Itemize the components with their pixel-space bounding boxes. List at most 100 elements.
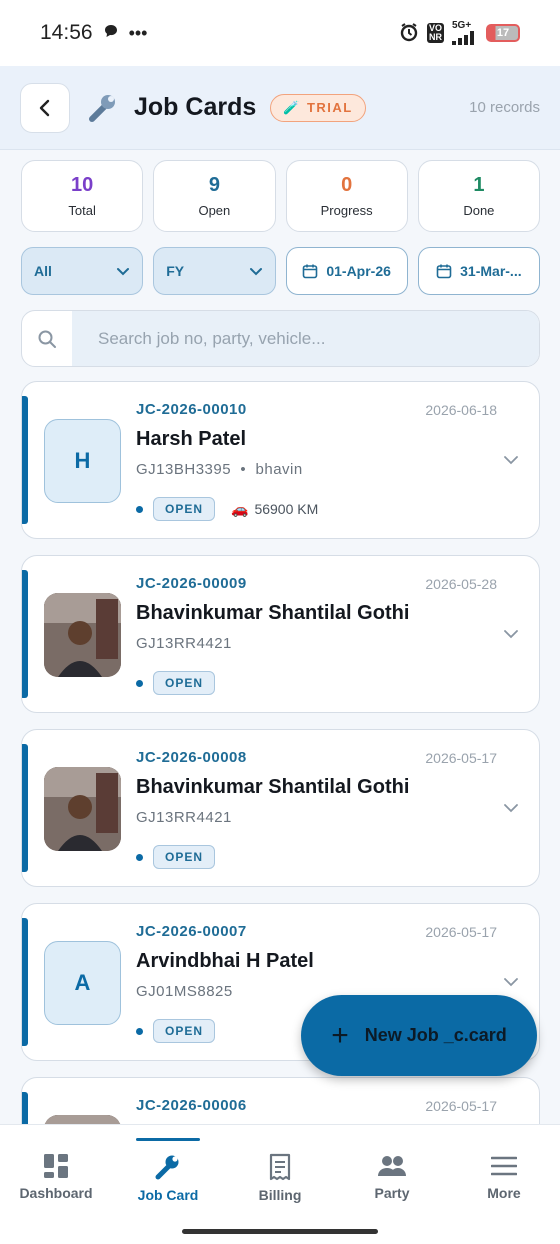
search-icon (22, 329, 72, 349)
job-number: JC-2026-00010 (136, 401, 247, 418)
assigned-person: bhavin (255, 461, 303, 478)
stat-done-label: Done (463, 203, 495, 218)
avatar (44, 593, 121, 677)
nav-more[interactable]: More (448, 1125, 560, 1244)
alarm-icon (399, 22, 419, 45)
job-number: JC-2026-00008 (136, 749, 247, 766)
stat-progress-label: Progress (320, 203, 373, 218)
stat-open[interactable]: 9 Open (153, 160, 276, 232)
stat-done[interactable]: 1 Done (417, 160, 540, 232)
job-card-item[interactable]: H JC-2026-00010 2026-06-18 Harsh Patel G… (21, 381, 540, 539)
status-dot (136, 853, 143, 861)
battery-icon: 17 (486, 24, 520, 42)
expand-chevron-icon[interactable] (503, 626, 519, 642)
status-indicator-bar (22, 918, 28, 1046)
stat-total-value: 10 (71, 174, 94, 196)
plus-icon: + (331, 1018, 349, 1052)
vehicle-number: GJ01MS8825 (136, 983, 233, 1000)
trial-badge-label: TRIAL (306, 100, 353, 115)
nav-billing-label: Billing (258, 1187, 302, 1203)
stat-open-label: Open (198, 203, 231, 218)
job-number: JC-2026-00007 (136, 923, 247, 940)
status-time: 14:56 (40, 21, 93, 44)
stat-progress-value: 0 (341, 174, 353, 196)
to-date-value: 31-Mar-... (460, 263, 522, 279)
from-date-picker[interactable]: 01-Apr-26 (285, 247, 408, 295)
job-card-item[interactable]: JC-2026-00009 2026-05-28 Bhavinkumar Sha… (21, 555, 540, 713)
stat-open-value: 9 (208, 174, 220, 196)
menu-icon (491, 1156, 517, 1176)
stats-row: 10 Total 9 Open 0 Progress 1 Done (21, 160, 540, 232)
status-dot (136, 505, 143, 513)
status-dot (136, 1027, 143, 1035)
wrench-icon (89, 94, 115, 122)
status-indicator-bar (22, 1092, 28, 1125)
chevron-down-icon (249, 268, 262, 276)
stat-total[interactable]: 10 Total (21, 160, 144, 232)
expand-chevron-icon[interactable] (503, 974, 519, 990)
job-date: 2026-06-18 (425, 402, 497, 418)
from-date-value: 01-Apr-26 (326, 263, 391, 279)
job-number: JC-2026-00006 (136, 1097, 247, 1114)
nav-dashboard-label: Dashboard (19, 1185, 93, 1201)
job-date: 2026-05-17 (425, 924, 497, 940)
nav-job-card[interactable]: Job Card (112, 1125, 224, 1244)
job-date: 2026-05-17 (425, 1098, 497, 1114)
receipt-icon (269, 1153, 291, 1181)
home-indicator[interactable] (182, 1229, 378, 1234)
trial-badge: 🧪 TRIAL (270, 93, 366, 122)
job-status-row: OPEN (136, 1019, 216, 1043)
status-badge: OPEN (153, 1019, 216, 1043)
status-filter-dropdown[interactable]: All (21, 247, 144, 295)
job-status-row: OPEN 🚗 56900 KM (136, 497, 318, 521)
status-badge: OPEN (153, 671, 216, 695)
people-icon (378, 1156, 406, 1176)
vehicle-info: GJ13BH3395 • bhavin (136, 461, 303, 478)
car-icon: 🚗 (231, 500, 249, 517)
back-button[interactable] (20, 82, 70, 133)
avatar: H (44, 419, 121, 503)
avatar (44, 767, 121, 851)
volte-icon: VO NR (426, 23, 444, 43)
vehicle-number: GJ13RR4421 (136, 635, 232, 652)
calendar-icon (436, 264, 452, 279)
vehicle-number: GJ13RR4421 (136, 809, 232, 826)
status-dot (136, 679, 143, 687)
vehicle-number: GJ13BH3395 (136, 461, 232, 478)
nav-dashboard[interactable]: Dashboard (0, 1125, 112, 1244)
search-input[interactable] (72, 311, 539, 366)
bottom-navigation: Dashboard Job Card Billing Party More (0, 1124, 560, 1244)
expand-chevron-icon[interactable] (503, 800, 519, 816)
party-name: Bhavinkumar Shantilal Gothi (136, 776, 410, 798)
job-status-row: OPEN (136, 671, 216, 695)
party-name: Bhavinkumar Shantilal Gothi (136, 602, 410, 624)
wrench-icon (155, 1155, 179, 1180)
job-card-item[interactable]: JC-2026-00008 2026-05-17 Bhavinkumar Sha… (21, 729, 540, 887)
job-date: 2026-05-28 (425, 576, 497, 592)
status-indicator-bar (22, 396, 28, 524)
chat-notification-icon (103, 21, 119, 45)
odometer-value: 56900 KM (254, 501, 319, 517)
status-indicator-bar (22, 570, 28, 698)
to-date-picker[interactable]: 31-Mar-... (417, 247, 540, 295)
job-card-item[interactable]: JC-2026-00006 2026-05-17 (21, 1077, 540, 1125)
new-job-card-label: New Job _c.card (364, 1025, 507, 1045)
nav-job-card-label: Job Card (137, 1187, 199, 1203)
odometer-reading: 🚗 56900 KM (231, 501, 318, 518)
expand-chevron-icon[interactable] (503, 452, 519, 468)
stat-progress[interactable]: 0 Progress (285, 160, 408, 232)
stat-total-label: Total (68, 203, 96, 218)
period-filter-dropdown[interactable]: FY (153, 247, 276, 295)
chevron-left-icon (39, 99, 50, 116)
status-bar: 14:56 ••• VO NR 5G+ 17 (0, 0, 560, 66)
app-header: Job Cards 🧪 TRIAL 10 records (0, 66, 560, 150)
new-job-card-button[interactable]: + New Job _c.card (301, 995, 537, 1076)
status-badge: OPEN (153, 497, 216, 521)
avatar: A (44, 941, 121, 1025)
nav-more-label: More (487, 1185, 521, 1201)
page-title: Job Cards (134, 93, 257, 121)
separator-dot: • (240, 461, 247, 478)
nav-billing[interactable]: Billing (224, 1125, 336, 1244)
nav-party[interactable]: Party (336, 1125, 448, 1244)
stat-done-value: 1 (473, 174, 485, 196)
